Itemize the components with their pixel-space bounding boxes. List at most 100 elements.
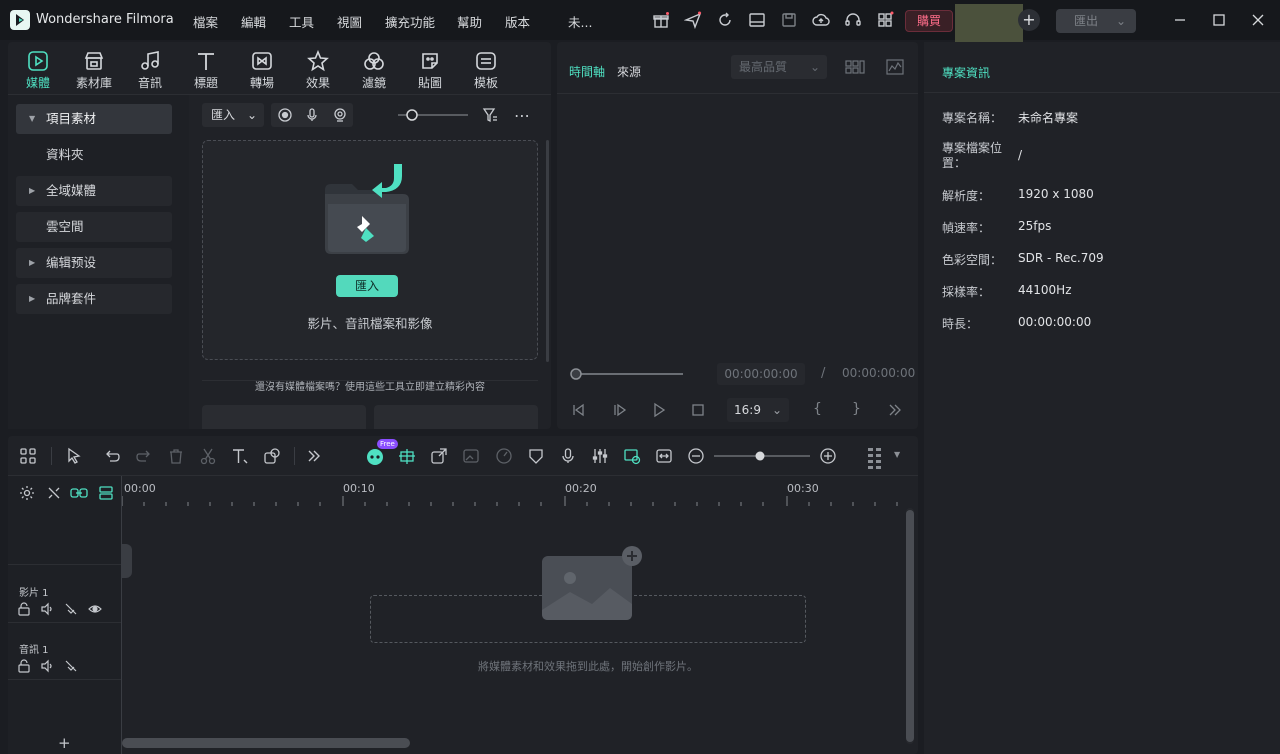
sidebar-item-brand-kit[interactable]: ▶ 品牌套件: [16, 284, 172, 314]
close-icon[interactable]: [1250, 12, 1266, 28]
quick-tool-card[interactable]: [202, 405, 366, 429]
image-edit-icon[interactable]: [462, 447, 480, 465]
unlink-icon[interactable]: [46, 485, 62, 501]
current-timecode[interactable]: 00:00:00:00: [717, 363, 805, 385]
undo-icon[interactable]: [103, 447, 121, 465]
sidebar-item-project-media[interactable]: ▼ 項目素材: [16, 104, 172, 134]
more-options-icon[interactable]: ⋯: [514, 106, 530, 125]
ai-copilot-icon[interactable]: [366, 447, 384, 465]
crop-icon[interactable]: [263, 447, 281, 465]
layout-grid-icon[interactable]: [19, 447, 37, 465]
maximize-icon[interactable]: [1211, 12, 1227, 28]
stop-icon[interactable]: [690, 402, 706, 418]
fullscreen-icon[interactable]: [887, 402, 903, 418]
tab-transitions[interactable]: 轉場: [242, 50, 282, 91]
fit-timeline-icon[interactable]: [655, 447, 673, 465]
menu-view[interactable]: 視圖: [337, 12, 362, 31]
chevron-down-icon[interactable]: ▼: [894, 450, 900, 459]
sidebar-item-cloud[interactable]: 雲空間: [16, 212, 172, 242]
menu-edit[interactable]: 編輯: [241, 12, 266, 31]
tab-audio[interactable]: 音訊: [130, 50, 170, 91]
add-track-button[interactable]: +: [58, 734, 71, 752]
import-select[interactable]: 匯入 ⌄: [202, 103, 264, 127]
marker-icon[interactable]: [527, 447, 545, 465]
playhead-line[interactable]: [121, 476, 122, 754]
save-icon[interactable]: [780, 11, 798, 29]
prev-frame-icon[interactable]: [571, 402, 587, 418]
menu-help[interactable]: 幫助: [457, 12, 482, 31]
auto-sync-icon[interactable]: [623, 447, 641, 465]
link-icon[interactable]: [70, 485, 88, 501]
grid-view-icon[interactable]: [845, 59, 865, 75]
tab-timeline[interactable]: 時間軸: [569, 63, 605, 80]
tab-filters[interactable]: 濾鏡: [354, 50, 394, 91]
media-scrollbar[interactable]: [546, 140, 549, 362]
tab-effects[interactable]: 效果: [298, 50, 338, 91]
filter-icon[interactable]: [482, 107, 498, 123]
text-tool-icon[interactable]: [231, 447, 249, 465]
export-clip-icon[interactable]: [430, 447, 448, 465]
mark-out-button[interactable]: }: [852, 401, 861, 417]
delete-icon[interactable]: [167, 447, 185, 465]
select-tool-icon[interactable]: [66, 447, 84, 465]
scene-detect-icon[interactable]: [398, 447, 416, 465]
sidebar-item-edit-presets[interactable]: ▶ 编辑预设: [16, 248, 172, 278]
chevron-down-icon[interactable]: ⌄: [1116, 9, 1126, 33]
lock-icon[interactable]: [17, 659, 31, 673]
lock-icon[interactable]: [17, 602, 31, 616]
avatar[interactable]: [955, 4, 1023, 42]
track-height-icon[interactable]: [866, 447, 884, 469]
quick-tool-card[interactable]: [374, 405, 538, 429]
menu-file[interactable]: 檔案: [193, 12, 218, 31]
progress-slider[interactable]: [569, 367, 685, 381]
webcam-icon[interactable]: [332, 107, 348, 123]
menu-version[interactable]: 版本: [505, 12, 530, 31]
zoom-in-icon[interactable]: [819, 447, 837, 465]
cloud-upload-icon[interactable]: [812, 11, 830, 29]
timeline-hscroll-thumb[interactable]: [122, 738, 410, 748]
tab-media[interactable]: 媒體: [18, 50, 58, 91]
menu-tools[interactable]: 工具: [289, 12, 314, 31]
speed-icon[interactable]: [495, 447, 513, 465]
minimize-icon[interactable]: [1172, 12, 1188, 28]
import-button[interactable]: 匯入: [336, 275, 398, 297]
buy-button[interactable]: 購買: [905, 10, 953, 32]
cut-icon[interactable]: [199, 447, 217, 465]
redo-icon[interactable]: [135, 447, 153, 465]
refresh-icon[interactable]: [716, 11, 734, 29]
sidebar-item-global-media[interactable]: ▶ 全域媒體: [16, 176, 172, 206]
quality-select[interactable]: 最高品質 ⌄: [731, 55, 827, 79]
play-icon[interactable]: [651, 402, 667, 418]
tab-titles[interactable]: 標題: [186, 50, 226, 91]
microphone-icon[interactable]: [304, 107, 320, 123]
apps-grid-icon[interactable]: [876, 11, 894, 29]
timeline-vscroll-track[interactable]: [906, 508, 914, 744]
zoom-slider[interactable]: [712, 449, 812, 463]
play-frame-icon[interactable]: [612, 402, 628, 418]
menu-extensions[interactable]: 擴充功能: [385, 12, 435, 31]
layout-icon[interactable]: [748, 11, 766, 29]
thumbnail-size-slider[interactable]: [398, 108, 470, 122]
zoom-out-icon[interactable]: [687, 447, 705, 465]
scopes-icon[interactable]: [886, 59, 904, 75]
aspect-ratio-select[interactable]: 16:9 ⌄: [727, 398, 789, 422]
volume-icon[interactable]: [40, 602, 54, 616]
volume-icon[interactable]: [40, 659, 54, 673]
record-screen-icon[interactable]: [277, 107, 293, 123]
tab-stickers[interactable]: 貼圖: [410, 50, 450, 91]
mark-in-button[interactable]: {: [813, 401, 822, 417]
more-tools-icon[interactable]: [305, 447, 323, 465]
sidebar-item-folder[interactable]: 資料夾: [16, 140, 172, 170]
audio-mixer-icon[interactable]: [591, 447, 609, 465]
tab-templates[interactable]: 模板: [466, 50, 506, 91]
timeline-vscroll-thumb[interactable]: [906, 510, 914, 742]
gift-icon[interactable]: [652, 11, 670, 29]
voiceover-icon[interactable]: [559, 447, 577, 465]
collapse-handle[interactable]: [122, 544, 132, 578]
time-ruler[interactable]: [122, 496, 902, 506]
add-button[interactable]: +: [1018, 9, 1040, 31]
eye-icon[interactable]: [88, 602, 102, 616]
timeline-settings-icon[interactable]: [19, 485, 35, 501]
tab-store[interactable]: 素材庫: [74, 50, 114, 91]
send-icon[interactable]: [684, 11, 702, 29]
